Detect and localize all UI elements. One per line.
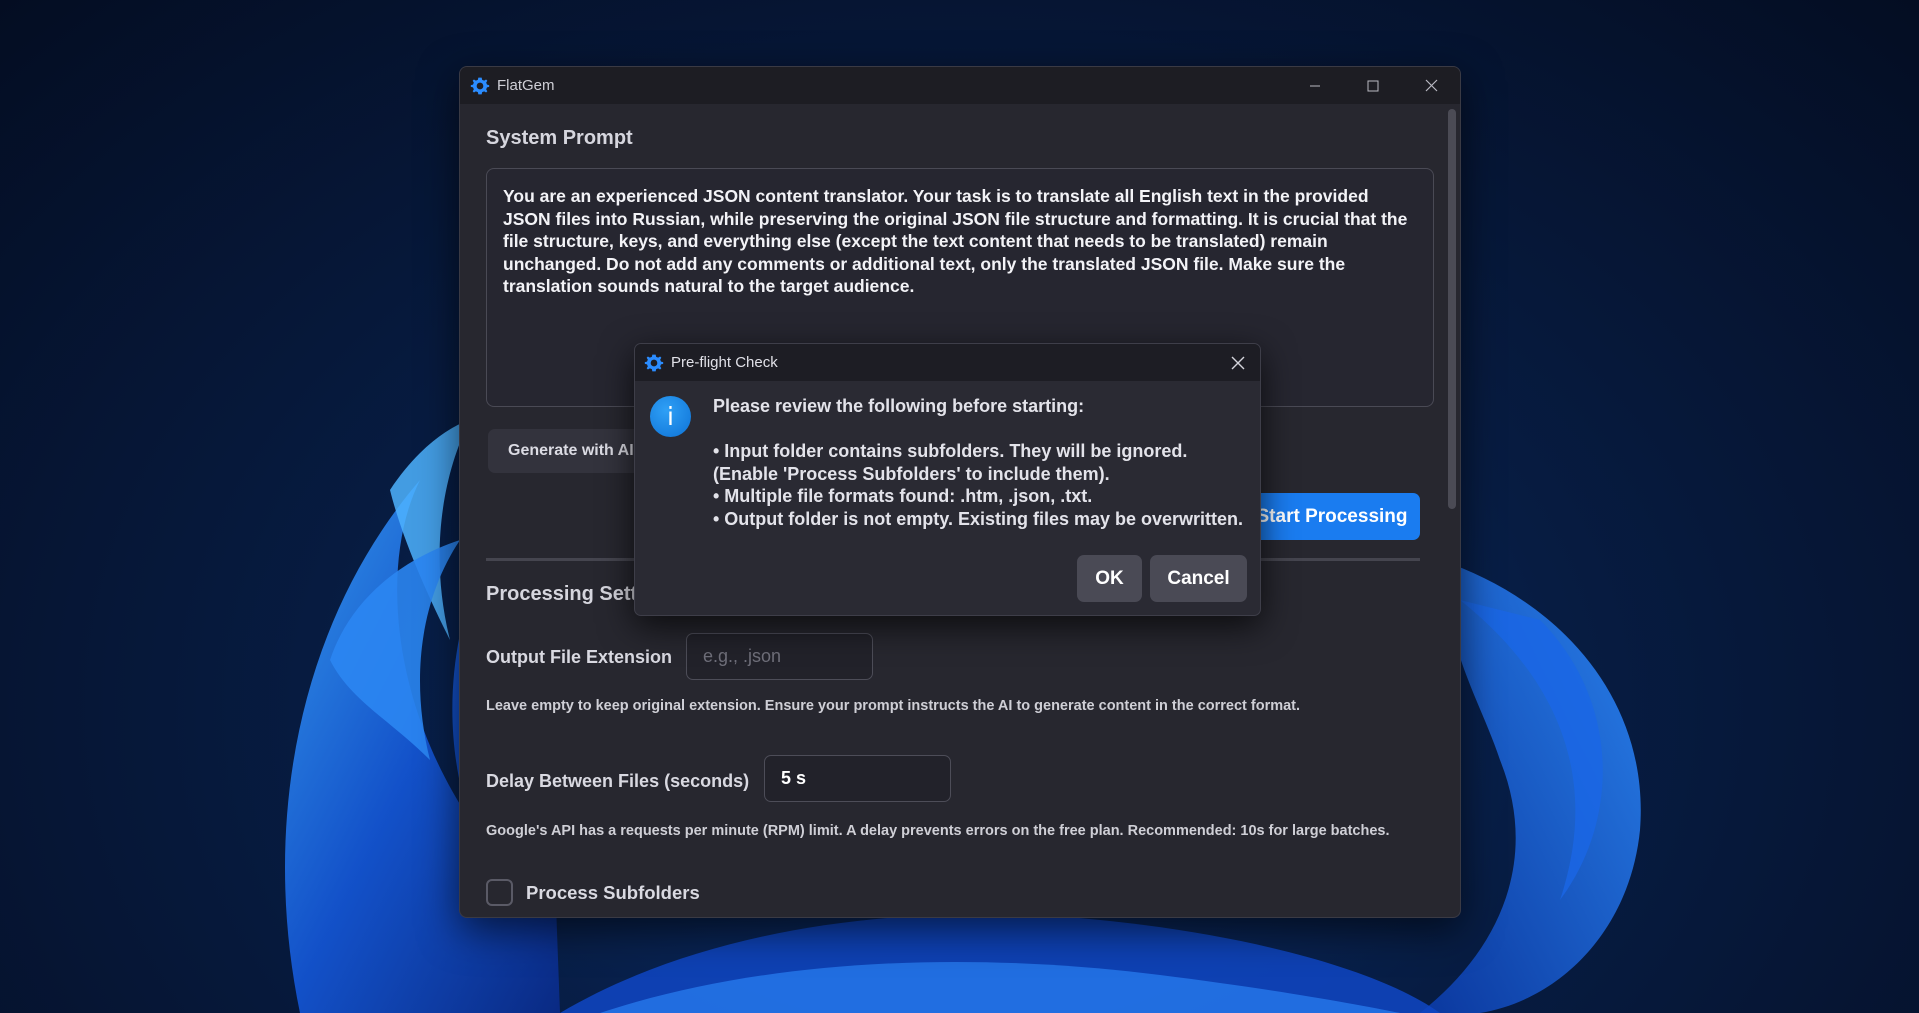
window-titlebar[interactable]: FlatGem: [460, 67, 1460, 104]
dialog-message-list: • Input folder contains subfolders. They…: [713, 440, 1253, 530]
process-subfolders-row[interactable]: Process Subfolders: [486, 879, 700, 906]
gear-icon: [644, 354, 664, 371]
processing-settings-heading: Processing Sett: [486, 583, 638, 605]
dialog-heading: Please review the following before start…: [713, 396, 1085, 416]
output-extension-field[interactable]: [686, 633, 873, 680]
vertical-scrollbar[interactable]: [1448, 109, 1456, 509]
close-button[interactable]: [1402, 67, 1460, 104]
gear-icon: [470, 77, 490, 94]
delay-hint: Google's API has a requests per minute (…: [486, 823, 1390, 839]
dialog-title: Pre-flight Check: [671, 354, 778, 371]
close-icon: [1231, 356, 1245, 369]
window-title: FlatGem: [497, 77, 555, 94]
output-extension-input[interactable]: [703, 646, 872, 667]
close-icon: [1425, 79, 1437, 92]
process-subfolders-label: Process Subfolders: [526, 881, 700, 903]
system-prompt-heading: System Prompt: [486, 127, 633, 149]
cancel-button[interactable]: Cancel: [1150, 555, 1247, 602]
maximize-button[interactable]: [1344, 67, 1402, 104]
delay-input[interactable]: 5 s: [764, 755, 951, 802]
delay-label: Delay Between Files (seconds): [486, 771, 750, 791]
start-processing-button[interactable]: Start Processing: [1244, 493, 1420, 540]
output-extension-label: Output File Extension: [486, 647, 673, 667]
maximize-icon: [1367, 80, 1379, 91]
dialog-message-item: • Output folder is not empty. Existing f…: [713, 508, 1244, 529]
generate-with-ai-button[interactable]: Generate with AI: [488, 429, 654, 473]
dialog-message-item: • Multiple file formats found: .htm, .js…: [713, 486, 1093, 506]
info-icon: i: [650, 396, 691, 437]
dialog-message-item: • Input folder contains subfolders. They…: [713, 441, 1188, 484]
output-extension-hint: Leave empty to keep original extension. …: [486, 698, 1301, 714]
dialog-titlebar[interactable]: Pre-flight Check: [635, 344, 1260, 381]
minimize-button[interactable]: [1286, 67, 1344, 104]
dialog-close-button[interactable]: [1216, 344, 1260, 381]
minimize-icon: [1310, 85, 1320, 86]
preflight-dialog: Pre-flight Check i Please review the fol…: [634, 343, 1261, 616]
process-subfolders-checkbox[interactable]: [486, 879, 513, 906]
ok-button[interactable]: OK: [1077, 555, 1142, 602]
